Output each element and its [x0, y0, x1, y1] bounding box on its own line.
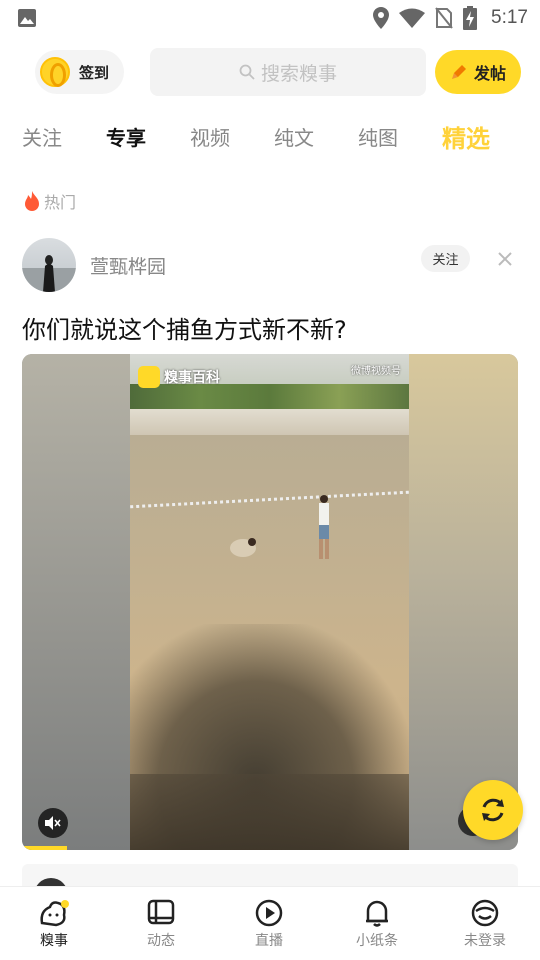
- video-person-crouching: [230, 538, 256, 557]
- wifi-icon: [399, 8, 426, 28]
- mute-button[interactable]: [38, 808, 68, 838]
- post-button[interactable]: 发帖: [435, 50, 521, 94]
- nav-profile-label: 未登录: [464, 933, 506, 949]
- nav-qiushi-label: 糗事: [40, 933, 68, 949]
- nav-profile[interactable]: 未登录: [445, 899, 525, 950]
- play-icon: [255, 899, 283, 927]
- mute-icon: [45, 816, 61, 830]
- dynamic-icon: [147, 899, 175, 925]
- nav-live-label: 直播: [255, 933, 283, 949]
- refresh-button[interactable]: [463, 780, 523, 840]
- bottom-nav: 糗事 动态 直播 小纸条 未登录: [0, 886, 540, 960]
- refresh-icon: [482, 798, 504, 822]
- nav-notes[interactable]: 小纸条: [337, 899, 417, 950]
- tab-featured[interactable]: 精选: [442, 119, 490, 154]
- bell-icon: [366, 900, 388, 927]
- author-avatar[interactable]: [22, 238, 76, 292]
- coin-icon: [40, 57, 70, 87]
- top-header: 签到 搜索糗事 发帖: [0, 48, 540, 96]
- author-name[interactable]: 萱甄桦园: [90, 252, 166, 279]
- checkin-label: 签到: [79, 63, 110, 82]
- battery-charging-icon: [463, 6, 478, 30]
- tab-exclusive[interactable]: 专享: [106, 122, 146, 151]
- avatar-figure: [22, 255, 76, 292]
- post-label: 发帖: [473, 64, 506, 83]
- search-icon: [239, 64, 255, 80]
- nav-qiushi[interactable]: 糗事: [14, 899, 94, 950]
- search-input[interactable]: 搜索糗事: [150, 48, 426, 96]
- qiushi-icon: [40, 900, 69, 927]
- qiushi-logo-icon: [138, 366, 160, 388]
- location-icon: [373, 7, 390, 29]
- tab-follow[interactable]: 关注: [22, 122, 62, 151]
- pencil-icon: [451, 65, 466, 79]
- nav-dynamic[interactable]: 动态: [121, 899, 201, 950]
- video-person-standing: [319, 495, 329, 559]
- video-watermark-right: 微博视频号: [351, 366, 401, 377]
- follow-button[interactable]: 关注: [421, 245, 470, 272]
- video-watermark-text: 糗事百科: [164, 370, 220, 386]
- nav-notes-label: 小纸条: [356, 933, 398, 949]
- tab-text[interactable]: 纯文: [274, 122, 314, 151]
- video-frame: 糗事百科 微博视频号: [130, 354, 409, 850]
- video-player[interactable]: 糗事百科 微博视频号: [22, 354, 518, 850]
- category-tabs: 关注 专享 视频 纯文 纯图 精选: [0, 112, 540, 162]
- search-placeholder: 搜索糗事: [260, 62, 337, 85]
- video-blur-right: [408, 354, 518, 850]
- no-sim-icon: [435, 7, 453, 29]
- video-watermark: 糗事百科: [138, 366, 220, 388]
- video-progress-bar[interactable]: [22, 846, 67, 850]
- nav-dynamic-label: 动态: [147, 933, 175, 949]
- close-icon[interactable]: [494, 248, 516, 270]
- profile-icon: [471, 899, 499, 927]
- tab-image[interactable]: 纯图: [358, 122, 398, 151]
- tab-video[interactable]: 视频: [190, 122, 230, 151]
- checkin-button[interactable]: 签到: [35, 50, 124, 94]
- post-title[interactable]: 你们就说这个捕鱼方式新不新?: [22, 310, 347, 345]
- hot-label: 热门: [24, 189, 76, 213]
- video-blur-left: [22, 354, 130, 850]
- hot-text: 热门: [44, 193, 77, 212]
- status-bar: 5:17: [0, 0, 540, 36]
- fire-icon: [25, 191, 39, 211]
- nav-live[interactable]: 直播: [229, 899, 309, 950]
- status-time: 5:17: [491, 7, 528, 28]
- image-icon: [18, 9, 36, 27]
